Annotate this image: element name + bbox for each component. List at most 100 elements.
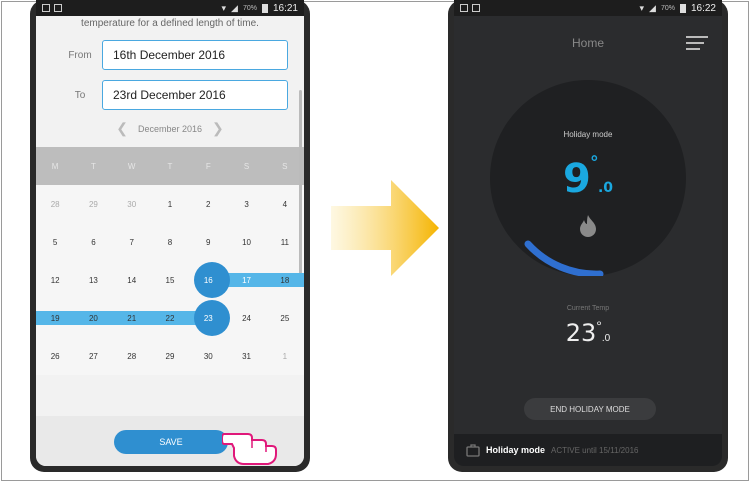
weekday-label: T <box>90 161 96 171</box>
mode-label: Holiday mode <box>563 130 613 139</box>
notification-icon <box>460 4 468 12</box>
status-time: 16:22 <box>690 2 716 14</box>
calendar-day[interactable]: 10 <box>227 238 265 247</box>
calendar-day-in-range[interactable]: 20 <box>74 314 112 323</box>
battery-icon <box>261 3 268 13</box>
calendar-day[interactable]: 13 <box>74 276 112 285</box>
calendar-week: 12 13 14 15 16 17 18 <box>36 261 304 299</box>
end-holiday-mode-button[interactable]: END HOLIDAY MODE <box>524 398 656 420</box>
left-phone: ▾ ◢ 70% 16:21 temperature for a defined … <box>30 0 310 472</box>
to-row: To <box>36 80 304 110</box>
calendar-day[interactable]: 15 <box>151 276 189 285</box>
from-date-input[interactable] <box>102 40 288 70</box>
current-temperature: 23°.0 <box>454 318 722 347</box>
battery-icon <box>679 3 686 13</box>
weekday-label: M <box>51 161 59 171</box>
set-temp-integer: 9 <box>562 156 591 202</box>
right-phone: ▾ ◢ 70% 16:22 Home Holiday mode 9°.0 Cur… <box>448 0 728 472</box>
calendar-day-in-range[interactable]: 21 <box>113 314 151 323</box>
to-label: To <box>74 89 86 101</box>
save-area: SAVE <box>36 416 304 466</box>
status-time: 16:21 <box>272 2 298 14</box>
calendar-day[interactable]: 31 <box>227 352 265 361</box>
flame-icon <box>580 215 596 237</box>
right-screen: ▾ ◢ 70% 16:22 Home Holiday mode 9°.0 Cur… <box>454 0 722 466</box>
thermostat-dial[interactable]: Holiday mode 9° .0 <box>490 80 686 276</box>
left-screen: ▾ ◢ 70% 16:21 temperature for a defined … <box>36 0 304 466</box>
calendar-day[interactable]: 29 <box>151 352 189 361</box>
calendar-week: 5 6 7 8 9 10 11 <box>36 223 304 261</box>
degree-symbol: ° <box>596 318 602 334</box>
calendar-day[interactable]: 4 <box>266 200 304 209</box>
calendar-day[interactable]: 27 <box>74 352 112 361</box>
calendar-day[interactable]: 6 <box>74 238 112 247</box>
current-temp-label: Current Temp <box>566 305 610 312</box>
footer-status-bar: Holiday mode ACTIVE until 15/11/2016 <box>454 434 722 466</box>
battery-percent: 70% <box>660 4 675 12</box>
chevron-left-icon[interactable]: ❮ <box>116 120 128 137</box>
calendar-day[interactable]: 12 <box>36 276 74 285</box>
calendar-day[interactable]: 1 <box>151 200 189 209</box>
chevron-right-icon[interactable]: ❯ <box>212 120 224 137</box>
save-button[interactable]: SAVE <box>114 430 228 454</box>
calendar-day[interactable]: 26 <box>36 352 74 361</box>
wifi-icon: ▾ <box>221 2 227 13</box>
description-text: temperature for a defined length of time… <box>81 18 259 29</box>
month-label: December 2016 <box>137 123 203 134</box>
calendar-day[interactable]: 14 <box>113 276 151 285</box>
calendar-week: 26 27 28 29 30 31 1 <box>36 337 304 375</box>
weekday-label: S <box>243 161 250 171</box>
from-row: From <box>36 40 304 70</box>
set-temperature: 9° .0 <box>490 152 686 202</box>
calendar-day[interactable]: 25 <box>266 314 304 323</box>
notification-icon <box>472 4 480 12</box>
header: Home <box>454 16 722 72</box>
footer-mode: Holiday mode <box>486 445 546 455</box>
calendar-day[interactable]: 28 <box>36 200 74 209</box>
calendar-day[interactable]: 28 <box>113 352 151 361</box>
signal-icon: ◢ <box>231 2 238 13</box>
calendar-day-selected-start[interactable]: 16 <box>189 276 227 285</box>
calendar-day[interactable]: 30 <box>113 200 151 209</box>
notification-icon <box>42 4 50 12</box>
calendar-day[interactable]: 3 <box>227 200 265 209</box>
to-date-input[interactable] <box>102 80 288 110</box>
suitcase-icon <box>466 444 480 457</box>
calendar-day-selected-end[interactable]: 23 <box>189 314 227 323</box>
calendar-week: 19 20 21 22 23 24 25 <box>36 299 304 337</box>
set-temp-decimal: .0 <box>597 180 614 196</box>
signal-icon: ◢ <box>649 2 656 13</box>
wifi-icon: ▾ <box>639 2 645 13</box>
calendar-week: 28 29 30 1 2 3 4 <box>36 185 304 223</box>
calendar-day[interactable]: 7 <box>113 238 151 247</box>
notification-icon <box>54 4 62 12</box>
page-title: Home <box>571 36 604 50</box>
degree-symbol: ° <box>590 152 598 172</box>
footer-status: ACTIVE until 15/11/2016 <box>551 445 639 455</box>
calendar-day[interactable]: 8 <box>151 238 189 247</box>
weekday-label: W <box>127 161 136 171</box>
calendar-day[interactable]: 11 <box>266 238 304 247</box>
calendar-day-in-range[interactable]: 18 <box>266 276 304 285</box>
current-temp-integer: 23 <box>565 319 597 347</box>
calendar-grid: 28 29 30 1 2 3 4 5 6 7 8 9 10 11 12 13 1… <box>36 185 304 375</box>
month-navigation: ❮ December 2016 ❯ <box>36 120 304 137</box>
status-bar: ▾ ◢ 70% 16:22 <box>454 0 722 16</box>
calendar-day[interactable]: 1 <box>266 352 304 361</box>
calendar-day-in-range[interactable]: 17 <box>227 276 265 285</box>
battery-percent: 70% <box>242 4 257 12</box>
calendar-day[interactable]: 30 <box>189 352 227 361</box>
current-temp-decimal: .0 <box>601 333 611 344</box>
pointing-hand-icon <box>222 433 277 465</box>
scrollbar[interactable] <box>299 90 302 280</box>
weekday-label: T <box>167 161 173 171</box>
calendar-day[interactable]: 9 <box>189 238 227 247</box>
menu-icon[interactable] <box>686 36 708 54</box>
calendar-day[interactable]: 2 <box>189 200 227 209</box>
calendar-day-in-range[interactable]: 22 <box>151 314 189 323</box>
calendar-day[interactable]: 29 <box>74 200 112 209</box>
calendar-day-in-range[interactable]: 19 <box>36 314 74 323</box>
calendar-day[interactable]: 5 <box>36 238 74 247</box>
calendar-day[interactable]: 24 <box>227 314 265 323</box>
transition-arrow-icon <box>331 180 439 276</box>
